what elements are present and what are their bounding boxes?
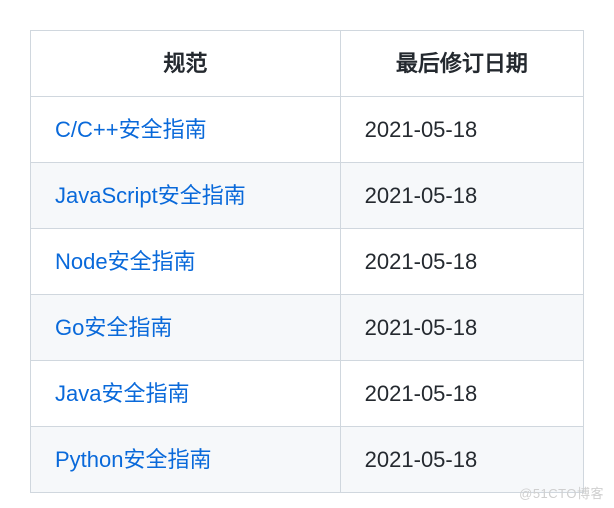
table-row: Python安全指南 2021-05-18: [31, 427, 584, 493]
header-date: 最后修订日期: [340, 31, 583, 97]
link-node-guide[interactable]: Node安全指南: [55, 249, 196, 274]
table-row: Java安全指南 2021-05-18: [31, 361, 584, 427]
date-cell: 2021-05-18: [340, 361, 583, 427]
watermark: @51CTO博客: [519, 483, 604, 502]
date-cell: 2021-05-18: [340, 163, 583, 229]
link-python-guide[interactable]: Python安全指南: [55, 447, 212, 472]
table-row: Go安全指南 2021-05-18: [31, 295, 584, 361]
link-c-cpp-guide[interactable]: C/C++安全指南: [55, 117, 207, 142]
date-cell: 2021-05-18: [340, 295, 583, 361]
link-javascript-guide[interactable]: JavaScript安全指南: [55, 183, 246, 208]
table-header-row: 规范 最后修订日期: [31, 31, 584, 97]
date-cell: 2021-05-18: [340, 229, 583, 295]
table-row: Node安全指南 2021-05-18: [31, 229, 584, 295]
table-row: C/C++安全指南 2021-05-18: [31, 97, 584, 163]
date-cell: 2021-05-18: [340, 97, 583, 163]
link-java-guide[interactable]: Java安全指南: [55, 381, 189, 406]
header-spec: 规范: [31, 31, 341, 97]
table-row: JavaScript安全指南 2021-05-18: [31, 163, 584, 229]
link-go-guide[interactable]: Go安全指南: [55, 315, 172, 340]
security-guide-table: 规范 最后修订日期 C/C++安全指南 2021-05-18 JavaScrip…: [30, 30, 584, 493]
